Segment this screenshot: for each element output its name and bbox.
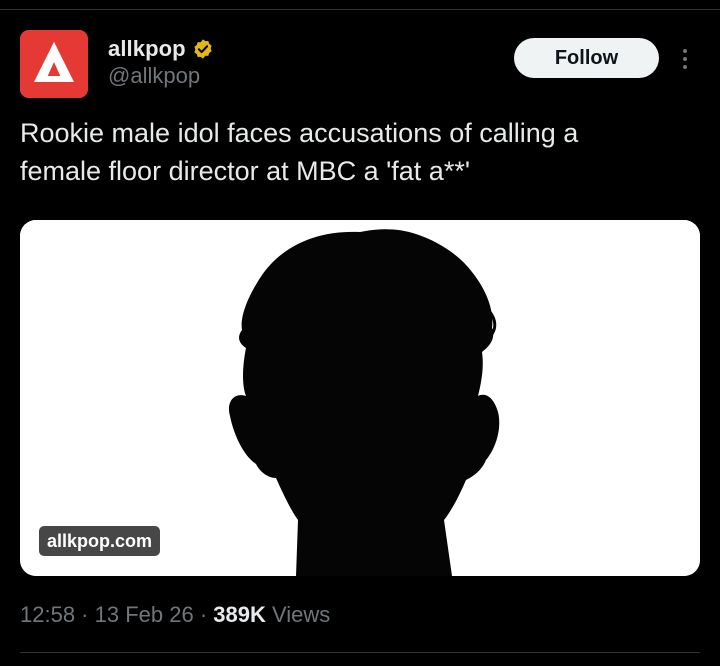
display-name[interactable]: allkpop [108,36,186,62]
link-domain-badge: allkpop.com [39,526,161,556]
more-dot [683,57,687,61]
bottom-divider [20,652,700,653]
meta-separator: · [75,602,95,627]
meta-separator: · [193,602,214,627]
top-divider [0,9,720,10]
display-name-row: allkpop [108,33,214,65]
tweet-date[interactable]: 13 Feb 26 [95,602,194,628]
tweet-time[interactable]: 12:58 [20,602,75,628]
account-handle[interactable]: @allkpop [108,63,200,89]
tweet-text: Rookie male idol faces accusations of ca… [20,118,579,186]
person-silhouette-image [20,220,700,576]
allkpop-logo-icon [20,30,88,98]
tweet-meta: 12:58 · 13 Feb 26 · 389K Views [20,600,330,630]
views-count[interactable]: 389K [213,602,266,628]
link-card-image[interactable]: allkpop.com [20,220,700,576]
verified-badge-icon [192,38,214,60]
views-label: Views [265,602,331,627]
more-dot [683,65,687,69]
follow-button[interactable]: Follow [514,38,659,78]
more-options-button[interactable] [672,44,698,74]
more-dot [683,49,687,53]
avatar[interactable] [20,30,88,98]
